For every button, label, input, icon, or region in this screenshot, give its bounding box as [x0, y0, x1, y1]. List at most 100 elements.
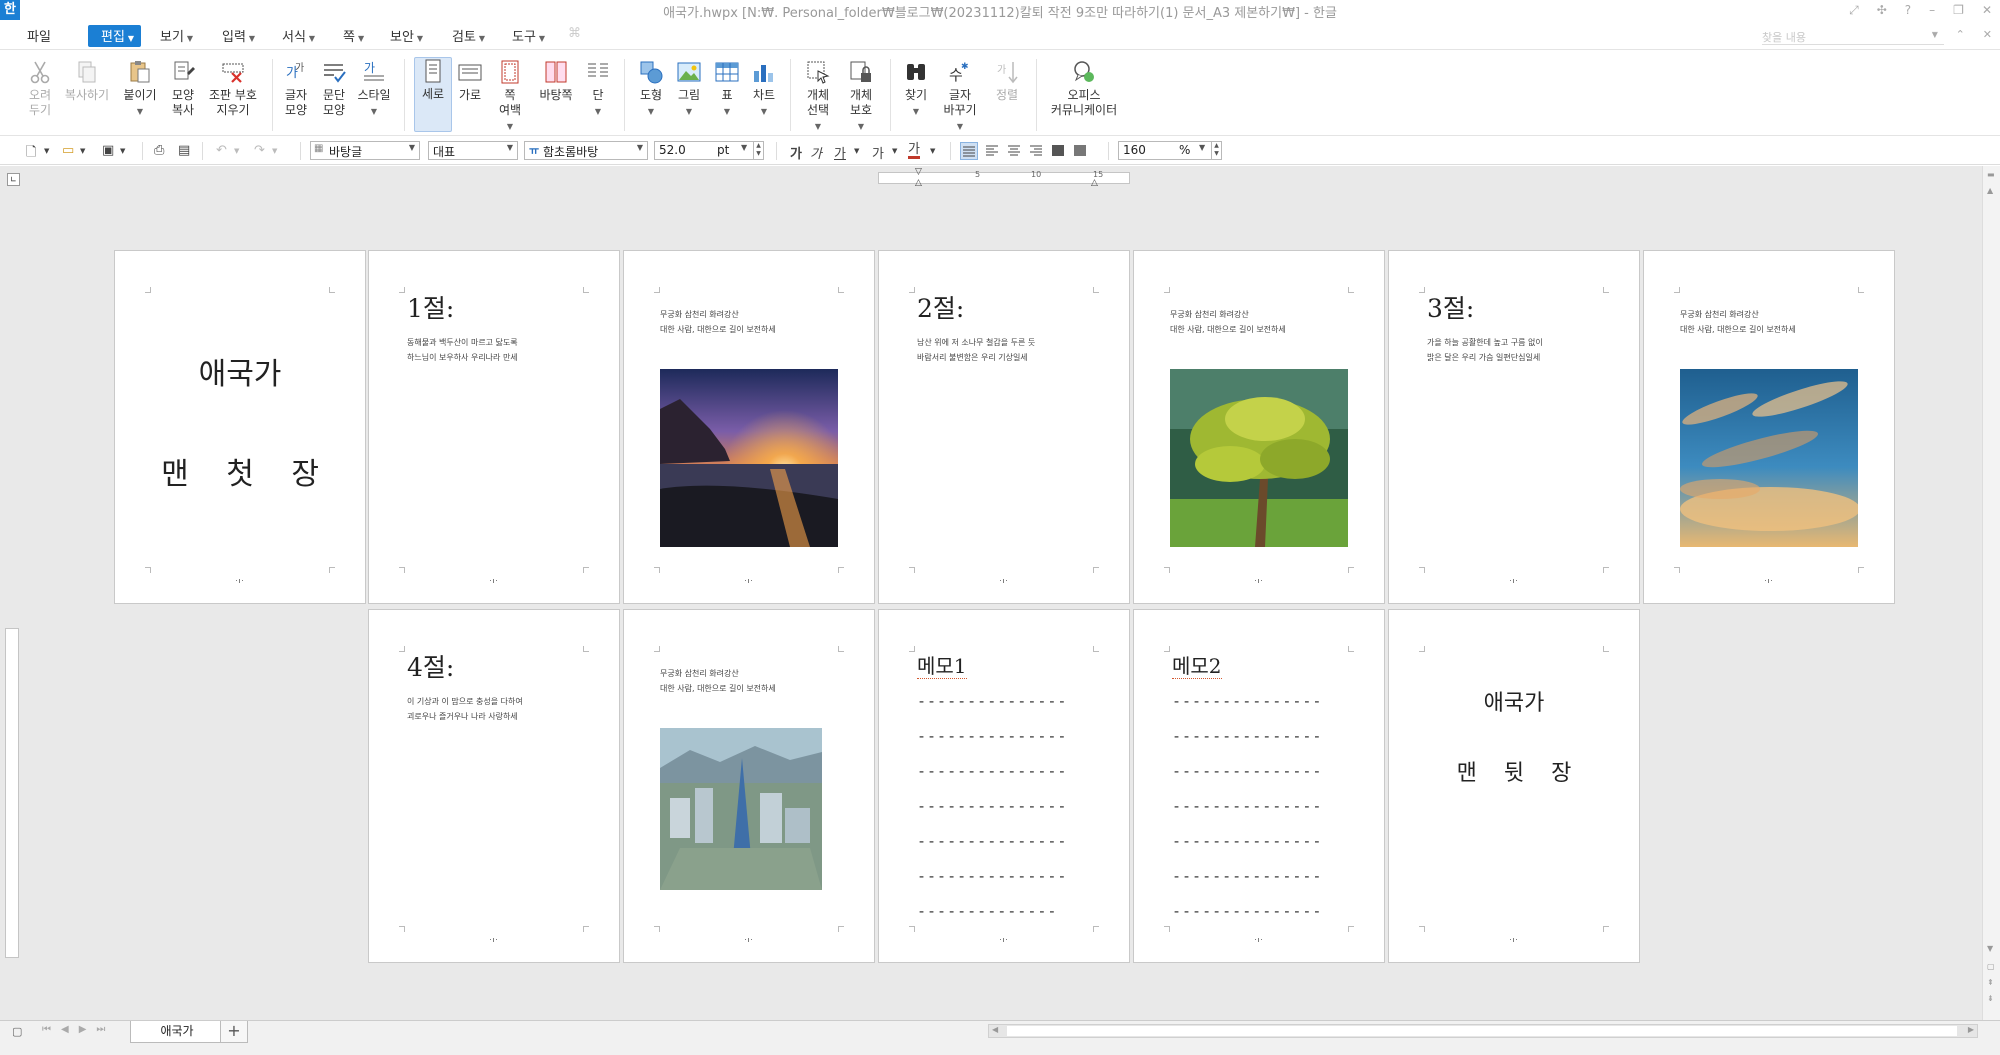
strikethrough-button[interactable]: 가 [872, 143, 884, 162]
chevron-down-icon[interactable]: ▼ [44, 147, 49, 155]
indent-marker-icon[interactable]: ▽ [915, 167, 922, 177]
menu-review[interactable]: 검토 ▼ [452, 26, 485, 45]
menu-page[interactable]: 쪽 ▼ [343, 26, 364, 45]
center-align-button[interactable] [1006, 142, 1024, 160]
prev-page-icon[interactable]: ⇞ [1987, 978, 1994, 987]
chevron-down-icon[interactable]: ▼ [272, 147, 277, 155]
new-document-icon[interactable]: 🗋 [26, 143, 36, 165]
format-copy-button[interactable]: 모양 복사 [166, 59, 200, 118]
columns-button[interactable]: 단 ▼ [582, 59, 614, 119]
preview-icon[interactable]: ▤ [178, 143, 190, 158]
next-page-icon[interactable]: ⇟ [1987, 994, 1994, 1003]
save-icon[interactable]: ▣ [102, 143, 114, 158]
left-align-button[interactable] [984, 142, 1002, 160]
portrait-button[interactable]: 세로 [414, 57, 452, 132]
page-image-sunset[interactable]: 무궁화 삼천리 화려강산 대한 사람, 대한으로 길이 보전하세 ·ı· [623, 250, 875, 604]
chevron-down-icon[interactable]: ▼ [892, 147, 897, 155]
restore-button[interactable]: ❐ [1953, 3, 1964, 17]
scroll-up-icon[interactable]: ▲ [1987, 186, 1993, 195]
city-skyline-image[interactable] [660, 728, 822, 890]
cloudy-sky-image[interactable] [1680, 369, 1858, 547]
page-memo-2[interactable]: 메모2 --------------- --------------- ----… [1133, 609, 1385, 963]
view-mode-icon[interactable]: ▢ [12, 1025, 22, 1038]
copy-button[interactable]: 복사하기 [62, 59, 112, 103]
zoom-input[interactable]: 160 % ▼ ▲ ▼ [1118, 141, 1222, 160]
split-align-button[interactable] [1072, 142, 1090, 160]
chevron-down-icon[interactable]: ▼ [930, 147, 935, 155]
vertical-scrollbar[interactable]: ▬ ▲ ▼ ▢ ⇞ ⇟ [1982, 166, 2000, 1020]
indent-marker-icon[interactable]: △ [915, 178, 922, 188]
picture-button[interactable]: 그림 ▼ [672, 59, 706, 119]
page-cover[interactable]: 애국가 맨 첫 장 ·ı· [114, 250, 366, 604]
menu-tools[interactable]: 도구 ▼ [512, 26, 545, 45]
para-shape-button[interactable]: 문단 모양 [318, 59, 350, 118]
search-dropdown-icon[interactable]: ▾ [1932, 28, 1938, 41]
pine-tree-image[interactable] [1170, 369, 1348, 547]
help-icon[interactable]: ? [1905, 3, 1911, 17]
menu-insert[interactable]: 입력 ▼ [222, 26, 255, 45]
pin-icon[interactable]: ✣ [1877, 3, 1887, 17]
quick-access-icon[interactable]: ⌘ [568, 26, 581, 41]
horizontal-ruler[interactable]: ▽ △ 5 10 15 △ [878, 167, 1130, 188]
sort-button[interactable]: 가 정렬 [992, 59, 1022, 103]
menu-security[interactable]: 보안 ▼ [390, 26, 423, 45]
master-page-button[interactable]: 바탕쪽 [536, 59, 576, 103]
menu-edit[interactable]: 편집 ▼ [88, 25, 142, 47]
page-image-sky[interactable]: 무궁화 삼천리 화려강산 대한 사람, 대한으로 길이 보전하세 ·ı· [1643, 250, 1895, 604]
language-dropdown[interactable]: 대표 ▼ [428, 141, 518, 160]
object-select-button[interactable]: 개체 선택 ▼ [800, 59, 836, 134]
justify-align-button[interactable] [960, 142, 978, 160]
collapse-ribbon-icon[interactable]: ⌃ [1956, 28, 1965, 41]
scroll-thumb[interactable] [1007, 1026, 1957, 1036]
chevron-down-icon[interactable]: ▼ [234, 147, 239, 155]
paste-button[interactable]: 붙이기 ▼ [120, 59, 160, 119]
menu-file[interactable]: 파일 [27, 26, 51, 45]
sheet-nav-arrows[interactable]: ⏮◀▶⏭ [42, 1024, 115, 1035]
page-verse-2[interactable]: 2절: 남산 위에 저 소나무 철갑을 두른 듯 바람서리 불변함은 우리 기상일… [878, 250, 1130, 604]
zoom-stepper[interactable]: ▲ ▼ [1211, 141, 1222, 160]
close-button[interactable]: ✕ [1982, 3, 1992, 17]
bold-button[interactable]: 가 [790, 143, 802, 162]
find-button[interactable]: 찾기 ▼ [900, 59, 932, 119]
document-tab[interactable]: 애국가 [130, 1021, 224, 1043]
margins-button[interactable]: 쪽 여백 ▼ [492, 59, 528, 134]
font-size-stepper[interactable]: ▲ ▼ [753, 141, 764, 160]
font-dropdown[interactable]: ㅠ 함초롬바탕 ▼ [524, 141, 648, 160]
chevron-down-icon[interactable]: ▼ [80, 147, 85, 155]
page-verse-1[interactable]: 1절: 동해물과 백두산이 마르고 닳도록 하느님이 보우하사 우리나라 만세 ·… [368, 250, 620, 604]
page-image-pine-tree[interactable]: 무궁화 삼천리 화려강산 대한 사람, 대한으로 길이 보전하세 ·ı· [1133, 250, 1385, 604]
chevron-down-icon[interactable]: ▼ [120, 147, 125, 155]
scroll-down-icon[interactable]: ▼ [1987, 944, 1993, 953]
add-tab-button[interactable]: + [220, 1021, 248, 1043]
menu-view[interactable]: 보기 ▼ [160, 26, 193, 45]
vertical-ruler[interactable] [5, 628, 19, 958]
italic-button[interactable]: 가 [810, 143, 822, 162]
search-input[interactable]: 찾을 내용 ▼ [1762, 29, 1944, 45]
right-align-button[interactable] [1028, 142, 1046, 160]
style-dropdown[interactable]: ▦ 바탕글 ▼ [310, 141, 420, 160]
page-verse-4[interactable]: 4절: 이 기상과 이 맘으로 충성을 다하여 괴로우나 즐거우나 나라 사랑하세… [368, 609, 620, 963]
close-doc-icon[interactable]: ✕ [1983, 28, 1992, 41]
scroll-right-icon[interactable]: ▶ [1968, 1025, 1974, 1034]
clear-marks-button[interactable]: 조판 부호 지우기 [206, 59, 260, 118]
page-back-cover[interactable]: 애국가 맨 뒷 장 ·ı· [1388, 609, 1640, 963]
table-button[interactable]: 표 ▼ [712, 59, 742, 119]
menu-format[interactable]: 서식 ▼ [282, 26, 315, 45]
distribute-align-button[interactable] [1050, 142, 1068, 160]
horizontal-scrollbar[interactable]: ◀ ▶ [988, 1024, 1978, 1038]
redo-icon[interactable]: ↷ [254, 143, 265, 158]
underline-button[interactable]: 가 [834, 143, 846, 162]
page-image-city[interactable]: 무궁화 삼천리 화려강산 대한 사람, 대한으로 길이 보전하세 ·ı· [623, 609, 875, 963]
ruler-toggle-icon[interactable]: ▬ [1987, 170, 1995, 179]
replace-button[interactable]: 수 ✱ 글자 바꾸기 ▼ [940, 59, 980, 134]
print-icon[interactable]: ⎙ [154, 143, 164, 158]
char-shape-button[interactable]: 가가 글자 모양 [280, 59, 312, 118]
chevron-down-icon[interactable]: ▼ [854, 147, 859, 155]
page-verse-3[interactable]: 3절: 가을 하늘 공활한데 높고 구름 없이 밝은 달은 우리 가슴 일편단심일… [1388, 250, 1640, 604]
cut-button[interactable]: 오려 두기 [22, 59, 58, 118]
chart-button[interactable]: 차트 ▼ [748, 59, 780, 119]
page-memo-1[interactable]: 메모1 --------------- --------------- ----… [878, 609, 1130, 963]
font-size-input[interactable]: 52.0 pt ▼ ▲ ▼ [654, 141, 764, 160]
office-communicator-button[interactable]: 오피스 커뮤니케이터 [1048, 59, 1120, 118]
undo-icon[interactable]: ↶ [216, 143, 227, 158]
